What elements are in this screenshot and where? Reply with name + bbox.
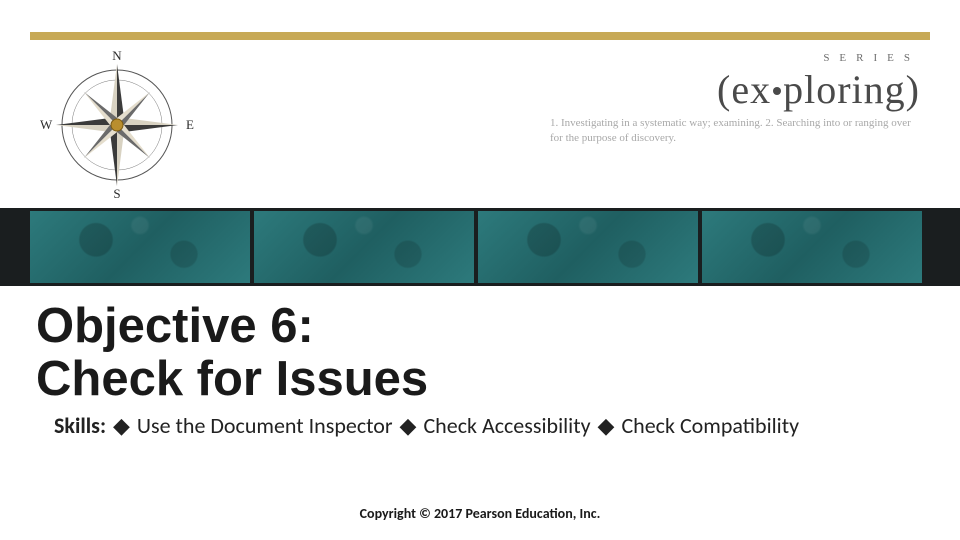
objective-title: Objective 6: Check for Issues bbox=[36, 300, 924, 406]
compass-icon bbox=[42, 50, 192, 200]
brand-dot-icon bbox=[773, 87, 781, 95]
brand-title-open: (ex bbox=[717, 67, 771, 112]
skill-item-1: Use the Document Inspector bbox=[137, 412, 393, 439]
compass-n: N bbox=[112, 48, 121, 64]
compass-w: W bbox=[40, 117, 52, 133]
skill-item-3: Check Compatibility bbox=[621, 412, 799, 439]
objective-line1: Objective 6: bbox=[36, 299, 314, 353]
header-row: N E S W SERIES (ex ploring) 1. Investigat… bbox=[30, 48, 930, 208]
brand-definition: 1. Investigating in a systematic way; ex… bbox=[550, 116, 920, 146]
brand-title: (ex ploring) bbox=[550, 70, 920, 110]
teal-tile bbox=[478, 211, 698, 283]
teal-tile bbox=[702, 211, 922, 283]
copyright: Copyright © 2017 Pearson Education, Inc. bbox=[0, 505, 960, 522]
compass-rose: N E S W bbox=[42, 50, 192, 200]
content-block: Objective 6: Check for Issues Skills: ◆ … bbox=[36, 300, 924, 440]
gold-rule bbox=[30, 32, 930, 40]
brand-title-close: ploring) bbox=[783, 67, 920, 112]
compass-e: E bbox=[186, 117, 194, 133]
compass-s: S bbox=[113, 186, 120, 202]
teal-tile bbox=[254, 211, 474, 283]
skill-item-2: Check Accessibility bbox=[423, 412, 590, 439]
brand-block: SERIES (ex ploring) 1. Investigating in a… bbox=[550, 52, 920, 146]
teal-band bbox=[0, 208, 960, 286]
skills-label: Skills: bbox=[54, 412, 106, 439]
teal-tile bbox=[30, 211, 250, 283]
diamond-icon: ◆ bbox=[598, 412, 615, 441]
skills-line: Skills: ◆ Use the Document Inspector ◆ C… bbox=[36, 412, 924, 441]
objective-line2: Check for Issues bbox=[36, 352, 428, 406]
diamond-icon: ◆ bbox=[400, 412, 417, 441]
brand-series: SERIES bbox=[550, 52, 920, 64]
diamond-icon: ◆ bbox=[113, 412, 130, 441]
